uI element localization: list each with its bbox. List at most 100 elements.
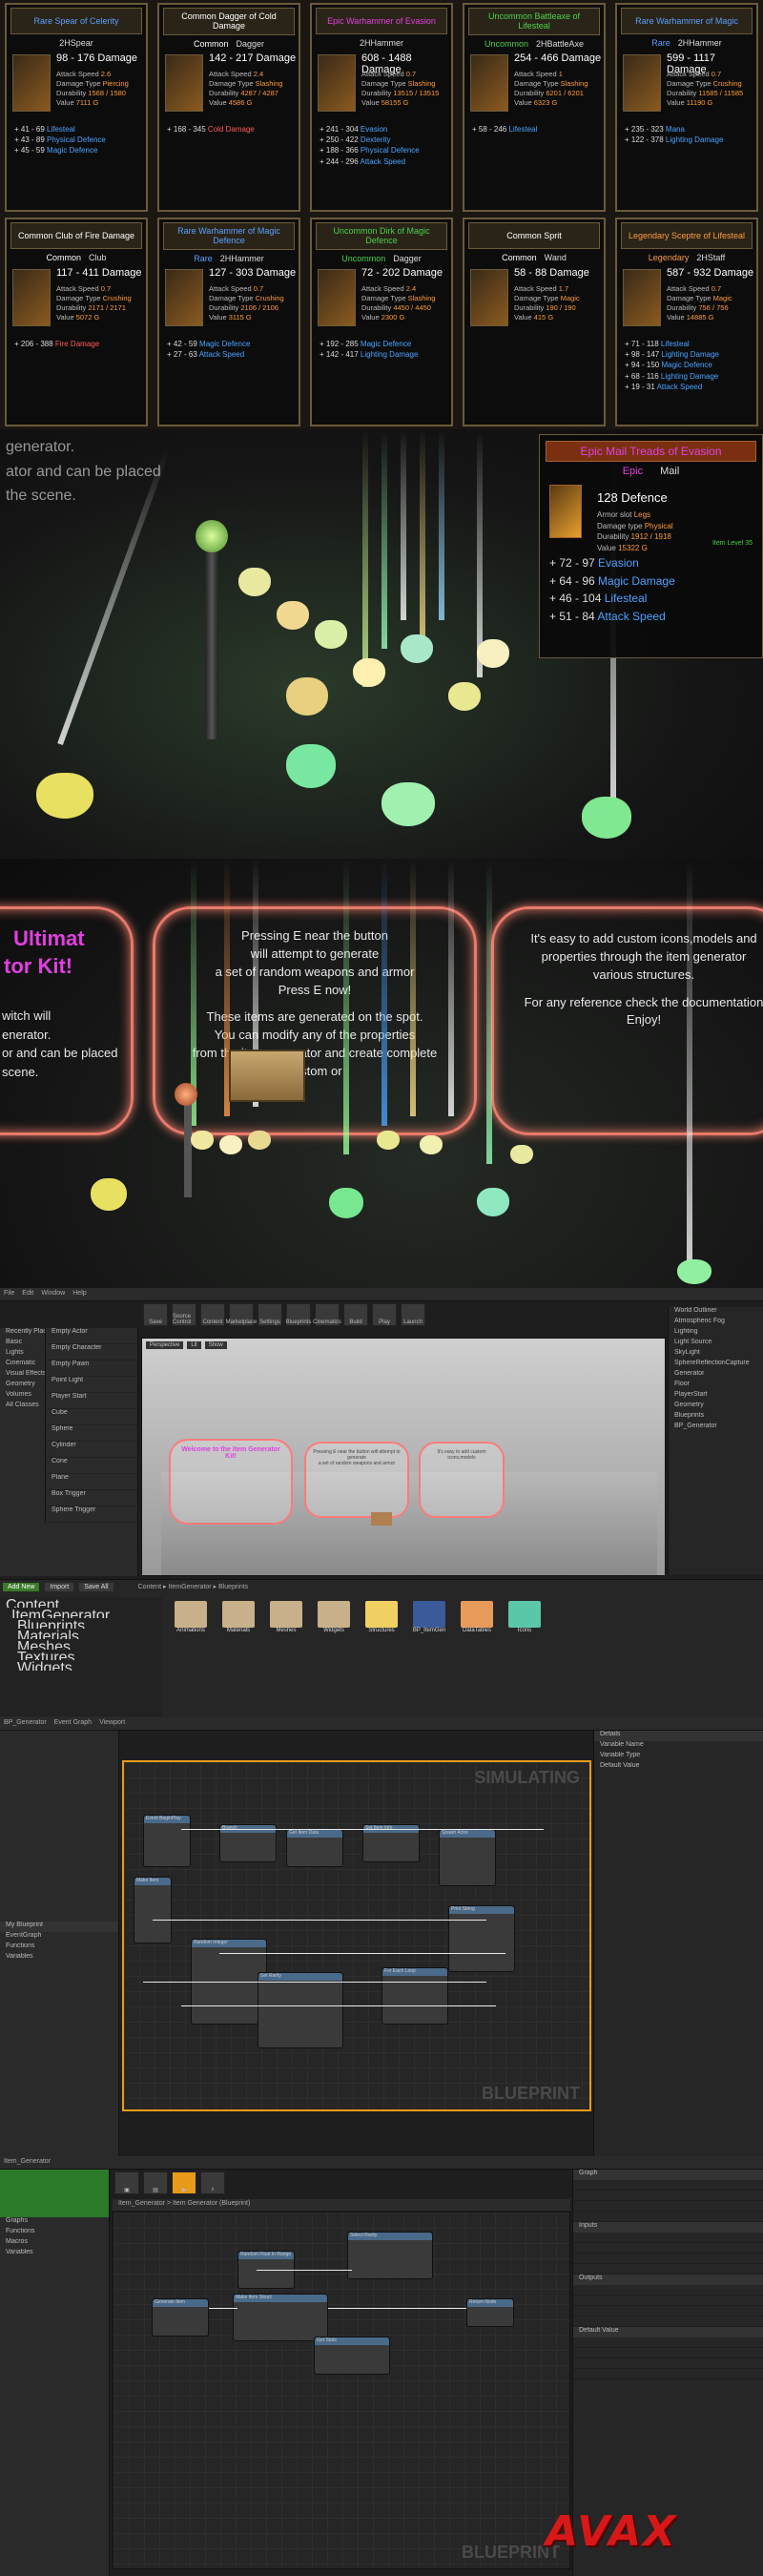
- asset-tile[interactable]: BP_ItemGen: [410, 1601, 448, 1633]
- loot-bag[interactable]: [510, 1145, 533, 1164]
- loot-bag[interactable]: [582, 797, 631, 839]
- loot-bag[interactable]: [191, 1131, 214, 1150]
- mode-category[interactable]: Geometry: [0, 1381, 45, 1391]
- details-row[interactable]: [573, 2369, 763, 2379]
- details-row[interactable]: [573, 2296, 763, 2306]
- compile-button[interactable]: ▣: [114, 2171, 139, 2194]
- details-row[interactable]: [573, 2212, 763, 2222]
- item-card[interactable]: Uncommon Dirk of Magic Defence Uncommon Da…: [310, 218, 453, 426]
- outliner-item[interactable]: PlayerStart: [669, 1391, 763, 1402]
- details-row[interactable]: [573, 2191, 763, 2201]
- viewport-show-tab[interactable]: Show: [204, 1341, 227, 1349]
- mode-category[interactable]: Cinematic: [0, 1360, 45, 1370]
- placeable-item[interactable]: Box Trigger: [46, 1490, 137, 1506]
- toolbar-button-content[interactable]: Content: [200, 1303, 225, 1326]
- folder-tree-item[interactable]: Blueprints: [0, 1618, 162, 1629]
- loot-bag[interactable]: [420, 1135, 443, 1154]
- loot-bag[interactable]: [277, 601, 309, 630]
- toolbar-button-settings[interactable]: Settings: [258, 1303, 282, 1326]
- outliner-item[interactable]: SphereReflectionCapture: [669, 1360, 763, 1370]
- tab-event-graph[interactable]: Event Graph: [54, 1719, 92, 1728]
- menu-window[interactable]: Window: [41, 1290, 65, 1298]
- item-card[interactable]: Epic Warhammer of Evasion 2HHammer 608 - 1…: [310, 3, 453, 212]
- find-button[interactable]: ⌕: [200, 2171, 225, 2194]
- details-row[interactable]: [573, 2306, 763, 2316]
- loot-bag[interactable]: [219, 1135, 242, 1154]
- loot-bag[interactable]: [238, 568, 271, 596]
- loot-bag[interactable]: [286, 744, 336, 788]
- mode-category[interactable]: Visual Effects: [0, 1370, 45, 1381]
- placeable-item[interactable]: Empty Pawn: [46, 1361, 137, 1377]
- folder-tree-item[interactable]: Textures: [0, 1650, 162, 1660]
- asset-tile[interactable]: Animations: [172, 1601, 210, 1633]
- loot-bag[interactable]: [248, 1131, 271, 1150]
- placeable-item[interactable]: Cone: [46, 1458, 137, 1474]
- toolbar-button-blueprints[interactable]: Blueprints: [286, 1303, 311, 1326]
- folder-tree-item[interactable]: Meshes: [0, 1639, 162, 1650]
- mode-category[interactable]: Lights: [0, 1349, 45, 1360]
- details-row[interactable]: [573, 2201, 763, 2212]
- details-row[interactable]: [573, 2233, 763, 2243]
- details-section-header[interactable]: Inputs: [573, 2222, 763, 2233]
- asset-tile[interactable]: Icons: [505, 1601, 544, 1633]
- import-button[interactable]: Import: [45, 1583, 74, 1591]
- menu-edit[interactable]: Edit: [22, 1290, 33, 1298]
- asset-tile[interactable]: Materials: [219, 1601, 258, 1633]
- blueprint-node[interactable]: Event BeginPlay: [143, 1815, 191, 1867]
- outliner-item[interactable]: SkyLight: [669, 1349, 763, 1360]
- loot-bag[interactable]: [353, 658, 385, 687]
- folder-tree-item[interactable]: ItemGenerator: [0, 1608, 162, 1618]
- menu-file[interactable]: File: [4, 1290, 14, 1298]
- placeable-item[interactable]: Cylinder: [46, 1442, 137, 1458]
- item-card[interactable]: Uncommon Battleaxe of Lifesteal Uncommon 2…: [463, 3, 606, 212]
- placeable-item[interactable]: Cube: [46, 1409, 137, 1425]
- blueprint-node[interactable]: Spawn Actor: [439, 1829, 496, 1886]
- item-card[interactable]: Common Sprit Common Wand 58 - 88 Damage Atta…: [463, 218, 606, 426]
- asset-tile[interactable]: DataTables: [458, 1601, 496, 1633]
- mode-category[interactable]: Basic: [0, 1339, 45, 1349]
- outliner-item[interactable]: Floor: [669, 1381, 763, 1391]
- tab-item-generator[interactable]: Item_Generator: [4, 2158, 51, 2167]
- mode-category[interactable]: Volumes: [0, 1391, 45, 1402]
- item-card[interactable]: Rare Warhammer of Magic Rare 2HHammer 599 -…: [615, 3, 758, 212]
- treasure-chest[interactable]: [229, 1049, 305, 1102]
- loot-bag[interactable]: [677, 1259, 711, 1284]
- asset-tile[interactable]: Widgets: [315, 1601, 353, 1633]
- tab-viewport[interactable]: Viewport: [99, 1719, 125, 1728]
- viewport-perspective-tab[interactable]: Perspective: [146, 1341, 184, 1349]
- event-graph[interactable]: SIMULATING BLUEPRINT Event BeginPlay Bran…: [122, 1760, 591, 2111]
- folder-tree-item[interactable]: Widgets: [0, 1660, 162, 1671]
- item-card[interactable]: Common Club of Fire Damage Common Club 117 …: [5, 218, 148, 426]
- loot-bag[interactable]: [448, 682, 481, 711]
- loot-bag[interactable]: [377, 1131, 400, 1150]
- loot-bag[interactable]: [36, 773, 93, 819]
- placeable-item[interactable]: Empty Actor: [46, 1328, 137, 1344]
- blueprint-node[interactable]: Get Stats: [314, 2337, 390, 2375]
- details-row[interactable]: [573, 2337, 763, 2348]
- toolbar-button-marketplace[interactable]: Marketplace: [226, 1303, 257, 1326]
- item-card[interactable]: Rare Warhammer of Magic Defence Rare 2HHam…: [157, 218, 300, 426]
- details-row[interactable]: [573, 2285, 763, 2296]
- outliner-item[interactable]: Blueprints: [669, 1412, 763, 1423]
- placeable-item[interactable]: Player Start: [46, 1393, 137, 1409]
- details-row[interactable]: [573, 2243, 763, 2254]
- breadcrumb-item[interactable]: ItemGenerator: [168, 1584, 211, 1590]
- outliner-item[interactable]: Light Source: [669, 1339, 763, 1349]
- loot-bag[interactable]: [329, 1188, 363, 1218]
- details-section-header[interactable]: Default Value: [573, 2327, 763, 2337]
- toolbar-button-build[interactable]: Build: [343, 1303, 368, 1326]
- save-button[interactable]: ▤: [143, 2171, 168, 2194]
- blueprint-node[interactable]: Generate Item: [152, 2298, 209, 2337]
- blueprint-node[interactable]: Select Rarity: [347, 2232, 433, 2279]
- loot-bag[interactable]: [477, 1188, 509, 1216]
- breadcrumb-item[interactable]: Content: [138, 1584, 162, 1590]
- blueprint-node[interactable]: Make Item Struct: [233, 2294, 328, 2341]
- folder-tree-item[interactable]: Materials: [0, 1629, 162, 1639]
- details-row[interactable]: [573, 2264, 763, 2275]
- toolbar-button-cinematics[interactable]: Cinematics: [313, 1303, 341, 1326]
- blueprint-node[interactable]: Return Node: [466, 2298, 514, 2327]
- viewport-lit-tab[interactable]: Lit: [187, 1341, 201, 1349]
- asset-tile[interactable]: Structures: [362, 1601, 401, 1633]
- mode-category[interactable]: All Classes: [0, 1402, 45, 1412]
- outliner-item[interactable]: BP_Generator: [669, 1423, 763, 1433]
